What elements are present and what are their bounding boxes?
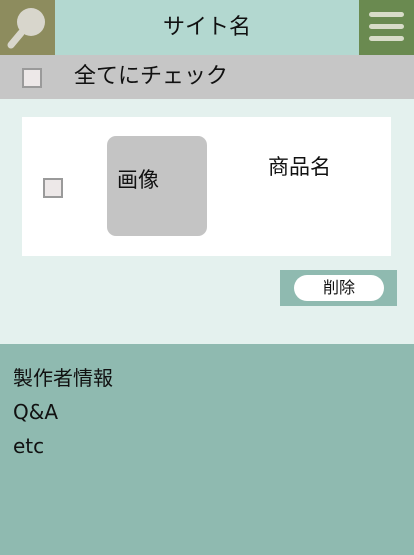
- search-button[interactable]: [0, 0, 55, 55]
- menu-button[interactable]: [359, 0, 414, 55]
- app-header: サイト名: [0, 0, 414, 55]
- search-icon: [7, 8, 45, 49]
- hamburger-icon-line: [369, 12, 404, 17]
- footer-link-creator[interactable]: 製作者情報: [13, 361, 414, 395]
- item-name: 商品名: [268, 155, 331, 179]
- site-title: サイト名: [162, 15, 251, 40]
- cart-item: 画像 商品名: [22, 117, 391, 256]
- check-all-checkbox[interactable]: [22, 68, 42, 88]
- item-image-label: 画像: [117, 168, 159, 192]
- check-all-bar: 全てにチェック: [0, 55, 414, 99]
- footer: 製作者情報 Q&A etc: [0, 344, 414, 555]
- delete-area: 削除: [280, 270, 397, 306]
- footer-link-etc[interactable]: etc: [13, 429, 414, 463]
- check-all-label[interactable]: 全てにチェック: [74, 55, 228, 99]
- footer-link-qa[interactable]: Q&A: [13, 395, 414, 429]
- item-checkbox[interactable]: [43, 178, 63, 198]
- delete-button[interactable]: 削除: [294, 275, 384, 301]
- hamburger-icon-line: [369, 24, 404, 29]
- hamburger-icon-line: [369, 36, 404, 41]
- item-image: 画像: [107, 136, 207, 236]
- cart-content: 画像 商品名 削除: [0, 99, 414, 344]
